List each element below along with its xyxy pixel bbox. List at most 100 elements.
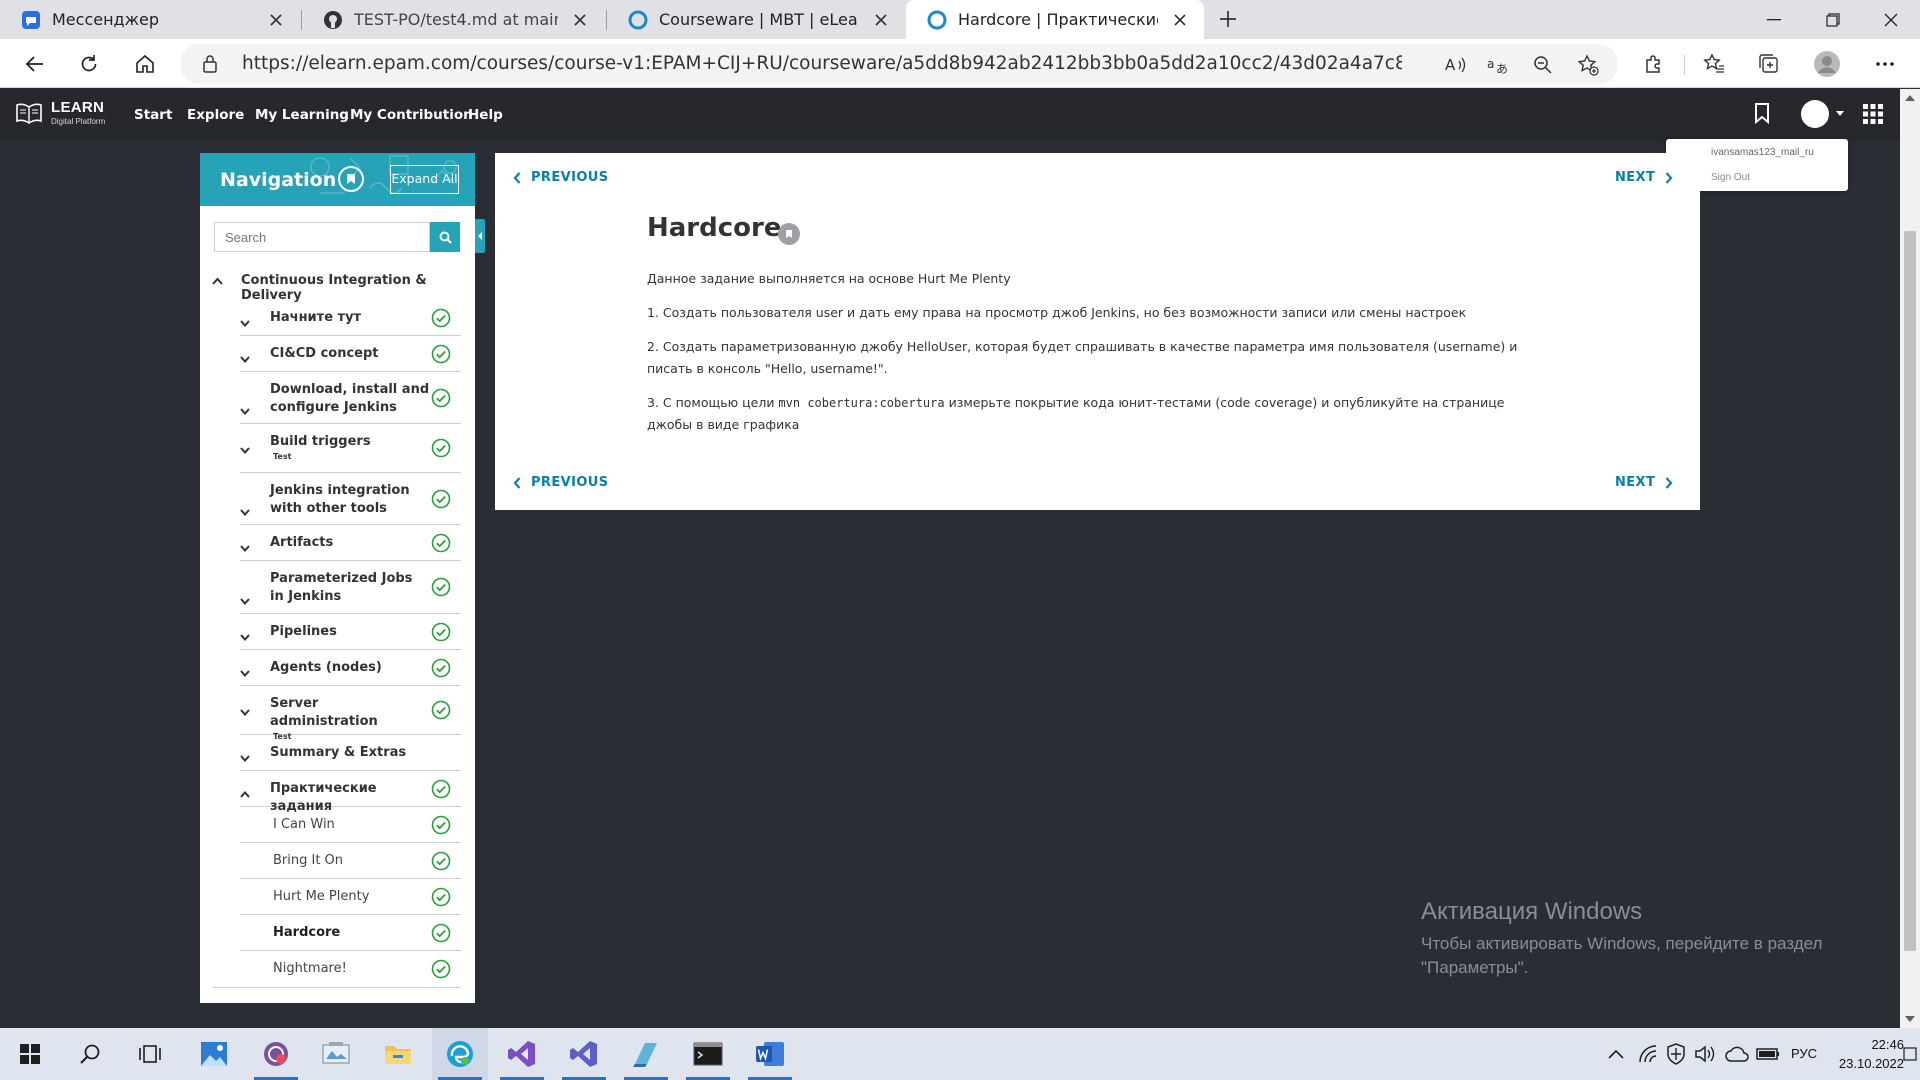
chevron-down-icon[interactable] bbox=[240, 320, 250, 327]
translate-icon[interactable]: aあ bbox=[1485, 52, 1511, 78]
nav-my-contribution[interactable]: My Contribution bbox=[350, 107, 473, 123]
chevron-down-icon[interactable] bbox=[240, 755, 250, 762]
scroll-up-icon[interactable] bbox=[1905, 95, 1915, 101]
chevron-down-icon[interactable] bbox=[240, 509, 250, 516]
section-label[interactable]: Artifacts bbox=[270, 534, 430, 552]
home-button[interactable] bbox=[128, 47, 162, 81]
task-view-button[interactable] bbox=[122, 1028, 178, 1080]
back-button[interactable] bbox=[18, 47, 52, 81]
zoom-icon[interactable] bbox=[1530, 52, 1556, 78]
chevron-down-icon[interactable] bbox=[240, 545, 250, 552]
section-label[interactable]: Download, install and configure Jenkins bbox=[270, 381, 430, 417]
unit-label[interactable]: I Can Win bbox=[273, 816, 433, 834]
nav-explore[interactable]: Explore bbox=[187, 107, 244, 123]
previous-top-button[interactable]: PREVIOUS bbox=[513, 170, 609, 185]
previous-bottom-button[interactable]: PREVIOUS bbox=[513, 475, 609, 490]
taskbar-viber[interactable] bbox=[248, 1028, 304, 1080]
chevron-down-icon[interactable] bbox=[240, 408, 250, 415]
taskbar-file-explorer[interactable] bbox=[370, 1028, 426, 1080]
taskbar-edge[interactable] bbox=[432, 1028, 488, 1080]
favorites-button[interactable] bbox=[1697, 47, 1731, 81]
tray-overflow-chevron-icon[interactable] bbox=[1604, 1042, 1628, 1066]
sidebar-item-install-jenkins[interactable]: Download, install and configure Jenkins bbox=[240, 372, 461, 424]
bookmarks-toggle-button[interactable] bbox=[338, 166, 364, 192]
unit-item-i-can-win[interactable]: I Can Win bbox=[240, 807, 461, 843]
taskbar-visual-studio[interactable] bbox=[494, 1028, 550, 1080]
sidebar-item-jenkins-integration[interactable]: Jenkins integration with other tools bbox=[240, 473, 461, 525]
course-title[interactable]: Continuous Integration & Delivery bbox=[241, 273, 475, 303]
profile-button[interactable] bbox=[1810, 47, 1844, 81]
sidebar-item-cicd-concept[interactable]: CI&CD concept bbox=[240, 336, 461, 372]
add-favorite-icon[interactable] bbox=[1575, 52, 1601, 78]
scroll-down-icon[interactable] bbox=[1905, 1016, 1915, 1022]
chevron-down-icon[interactable] bbox=[240, 709, 250, 716]
taskbar-photos[interactable] bbox=[186, 1028, 242, 1080]
apps-grid-icon[interactable] bbox=[1862, 103, 1884, 125]
sidebar-item-server-admin[interactable]: Server administration Test bbox=[240, 686, 461, 741]
taskbar-notepad[interactable] bbox=[618, 1028, 674, 1080]
close-icon[interactable] bbox=[568, 8, 592, 32]
battery-icon[interactable] bbox=[1756, 1042, 1780, 1066]
unit-item-hurt-me-plenty[interactable]: Hurt Me Plenty bbox=[240, 879, 461, 915]
chevron-up-icon[interactable] bbox=[240, 791, 250, 798]
search-button[interactable] bbox=[430, 222, 460, 252]
taskbar-paint[interactable] bbox=[308, 1028, 364, 1080]
page-scrollbar[interactable] bbox=[1900, 89, 1920, 1028]
sidebar-item-artifacts[interactable]: Artifacts bbox=[240, 525, 461, 561]
dropdown-username[interactable]: ivansamas123_mail_ru bbox=[1711, 147, 1814, 158]
reload-button[interactable] bbox=[72, 47, 106, 81]
start-button[interactable] bbox=[2, 1028, 58, 1080]
chevron-up-icon[interactable] bbox=[212, 277, 223, 285]
section-label[interactable]: Начните тут bbox=[270, 309, 430, 327]
sign-out-link[interactable]: Sign Out bbox=[1711, 172, 1750, 183]
unit-item-hardcore[interactable]: Hardcore bbox=[240, 915, 461, 951]
extensions-button[interactable] bbox=[1637, 47, 1671, 81]
next-bottom-button[interactable]: NEXT bbox=[1615, 475, 1673, 490]
unit-item-bring-it-on[interactable]: Bring It On bbox=[240, 843, 461, 879]
network-wifi-icon[interactable] bbox=[1636, 1042, 1660, 1066]
caret-down-icon[interactable] bbox=[1836, 111, 1844, 116]
next-top-button[interactable]: NEXT bbox=[1615, 170, 1673, 185]
unit-label[interactable]: Hurt Me Plenty bbox=[273, 888, 433, 906]
unit-label[interactable]: Bring It On bbox=[273, 852, 433, 870]
taskbar-search-button[interactable] bbox=[62, 1028, 118, 1080]
collections-button[interactable] bbox=[1752, 47, 1786, 81]
security-shield-icon[interactable] bbox=[1664, 1042, 1688, 1066]
sidebar-item-build-triggers[interactable]: Build triggers Test bbox=[240, 424, 461, 473]
close-window-button[interactable] bbox=[1862, 0, 1920, 39]
read-aloud-icon[interactable]: A bbox=[1442, 52, 1468, 78]
tab-github[interactable]: TEST-PO/test4.md at main · lagg bbox=[302, 0, 604, 39]
sidebar-item-summary-extras[interactable]: Summary & Extras bbox=[240, 735, 461, 771]
nav-start[interactable]: Start bbox=[134, 107, 172, 123]
sidebar-item-start-here[interactable]: Начните тут bbox=[240, 300, 461, 336]
unit-label[interactable]: Nightmare! bbox=[273, 960, 433, 978]
section-label[interactable]: CI&CD concept bbox=[270, 345, 430, 363]
language-indicator[interactable]: РУС bbox=[1791, 1046, 1817, 1061]
settings-menu-button[interactable] bbox=[1868, 47, 1902, 81]
chevron-down-icon[interactable] bbox=[240, 447, 250, 454]
minimize-button[interactable] bbox=[1745, 0, 1803, 39]
learn-logo[interactable]: LEARN Digital Platform bbox=[15, 99, 105, 126]
tab-messenger[interactable]: Мессенджер bbox=[0, 0, 300, 39]
expand-all-button[interactable]: Expand All bbox=[390, 165, 459, 194]
tab-courseware[interactable]: Courseware | MBT | eLearn bbox=[607, 0, 905, 39]
chevron-down-icon[interactable] bbox=[240, 598, 250, 605]
chevron-down-icon[interactable] bbox=[240, 356, 250, 363]
system-clock[interactable]: 22:46 23.10.2022 bbox=[1834, 1035, 1904, 1073]
close-icon[interactable] bbox=[264, 8, 288, 32]
collapse-sidebar-button[interactable] bbox=[475, 219, 485, 253]
scrollbar-thumb[interactable] bbox=[1904, 231, 1916, 951]
taskbar-terminal[interactable] bbox=[680, 1028, 736, 1080]
unit-label-current[interactable]: Hardcore bbox=[273, 924, 433, 942]
lock-icon[interactable] bbox=[202, 54, 218, 74]
bookmark-icon[interactable] bbox=[1753, 102, 1771, 124]
section-label[interactable]: Build triggers Test bbox=[270, 433, 430, 462]
section-label[interactable]: Jenkins integration with other tools bbox=[270, 482, 430, 518]
restore-button[interactable] bbox=[1804, 0, 1862, 39]
unit-item-nightmare[interactable]: Nightmare! bbox=[240, 951, 461, 987]
url-text[interactable]: https://elearn.epam.com/courses/course-v… bbox=[242, 44, 1402, 84]
taskbar-word[interactable] bbox=[742, 1028, 798, 1080]
volume-icon[interactable] bbox=[1693, 1042, 1717, 1066]
address-bar[interactable]: https://elearn.epam.com/courses/course-v… bbox=[180, 44, 1618, 84]
close-icon[interactable] bbox=[1168, 8, 1192, 32]
